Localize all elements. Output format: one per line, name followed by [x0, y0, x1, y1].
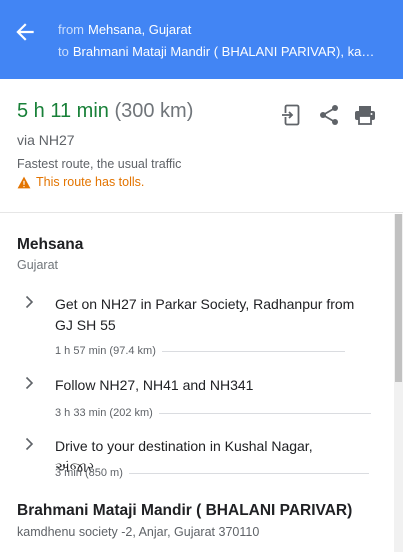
divider	[161, 350, 345, 352]
direction-step[interactable]: Get on NH27 in Parkar Society, Radhanpur…	[0, 294, 393, 357]
step-duration: 1 h 57 min (97.4 km)	[55, 345, 156, 357]
destination-title: Brahmani Mataji Mandir ( BHALANI PARIVAR…	[17, 502, 353, 519]
from-prefix: from	[58, 22, 84, 37]
step-duration: 3 h 33 min (202 km)	[55, 407, 153, 419]
tolls-warning-text: This route has tolls.	[36, 175, 145, 189]
send-to-device-button[interactable]	[280, 103, 304, 127]
print-icon	[355, 106, 375, 125]
step-meta: 1 h 57 min (97.4 km)	[55, 345, 345, 357]
warning-icon	[17, 176, 31, 188]
origin-title: Mehsana	[17, 236, 84, 253]
back-button[interactable]	[12, 19, 38, 45]
step-instruction: Follow NH27, NH41 and NH341	[55, 377, 254, 393]
print-button[interactable]	[353, 103, 377, 127]
destination-place: Brahmani Mataji Mandir ( BHALANI PARIVAR…	[72, 44, 378, 59]
direction-step[interactable]: Follow NH27, NH41 and NH341 3 h 33 min (…	[0, 375, 393, 419]
arrow-back-icon	[16, 23, 34, 41]
step-meta: 3 min (850 m)	[55, 467, 369, 479]
trip-duration: 5 h 11 min	[17, 100, 109, 122]
trip-distance: (300 km)	[114, 100, 194, 122]
origin-subtitle: Gujarat	[17, 258, 58, 272]
divider	[128, 472, 369, 474]
origin-place: Mehsana, Gujarat	[88, 22, 192, 37]
scrollbar-thumb[interactable]	[395, 214, 402, 382]
to-prefix: to	[58, 44, 69, 59]
tolls-warning: This route has tolls.	[17, 175, 144, 189]
via-road: via NH27	[17, 132, 75, 148]
step-instruction: Get on NH27 in Parkar Society, Radhanpur…	[55, 296, 355, 333]
direction-step[interactable]: Drive to your destination in Kushal Naga…	[0, 436, 393, 479]
chevron-right-icon	[25, 376, 34, 390]
share-icon	[320, 105, 338, 125]
chevron-right-icon	[25, 295, 34, 309]
step-meta: 3 h 33 min (202 km)	[55, 407, 371, 419]
route-details: Mehsana Gujarat Get on NH27 in Parkar So…	[0, 214, 393, 552]
step-duration: 3 min (850 m)	[55, 467, 123, 479]
scrollbar[interactable]	[394, 214, 403, 552]
route-destination[interactable]: to Brahmani Mataji Mandir ( BHALANI PARIV…	[58, 44, 378, 59]
route-summary: 5 h 11 min (300 km) via NH27 Fastest rou…	[0, 79, 403, 213]
share-button[interactable]	[317, 103, 341, 127]
route-origin[interactable]: from Mehsana, Gujarat	[58, 22, 378, 37]
chevron-right-icon	[25, 437, 34, 451]
destination-subtitle: kamdhenu society -2, Anjar, Gujarat 3701…	[17, 525, 260, 539]
route-note: Fastest route, the usual traffic	[17, 157, 182, 171]
route-header: from Mehsana, Gujarat to Brahmani Mataji M…	[0, 0, 403, 79]
divider	[158, 412, 371, 414]
trip-time: 5 h 11 min (300 km)	[17, 100, 193, 123]
send-to-device-icon	[282, 104, 300, 126]
